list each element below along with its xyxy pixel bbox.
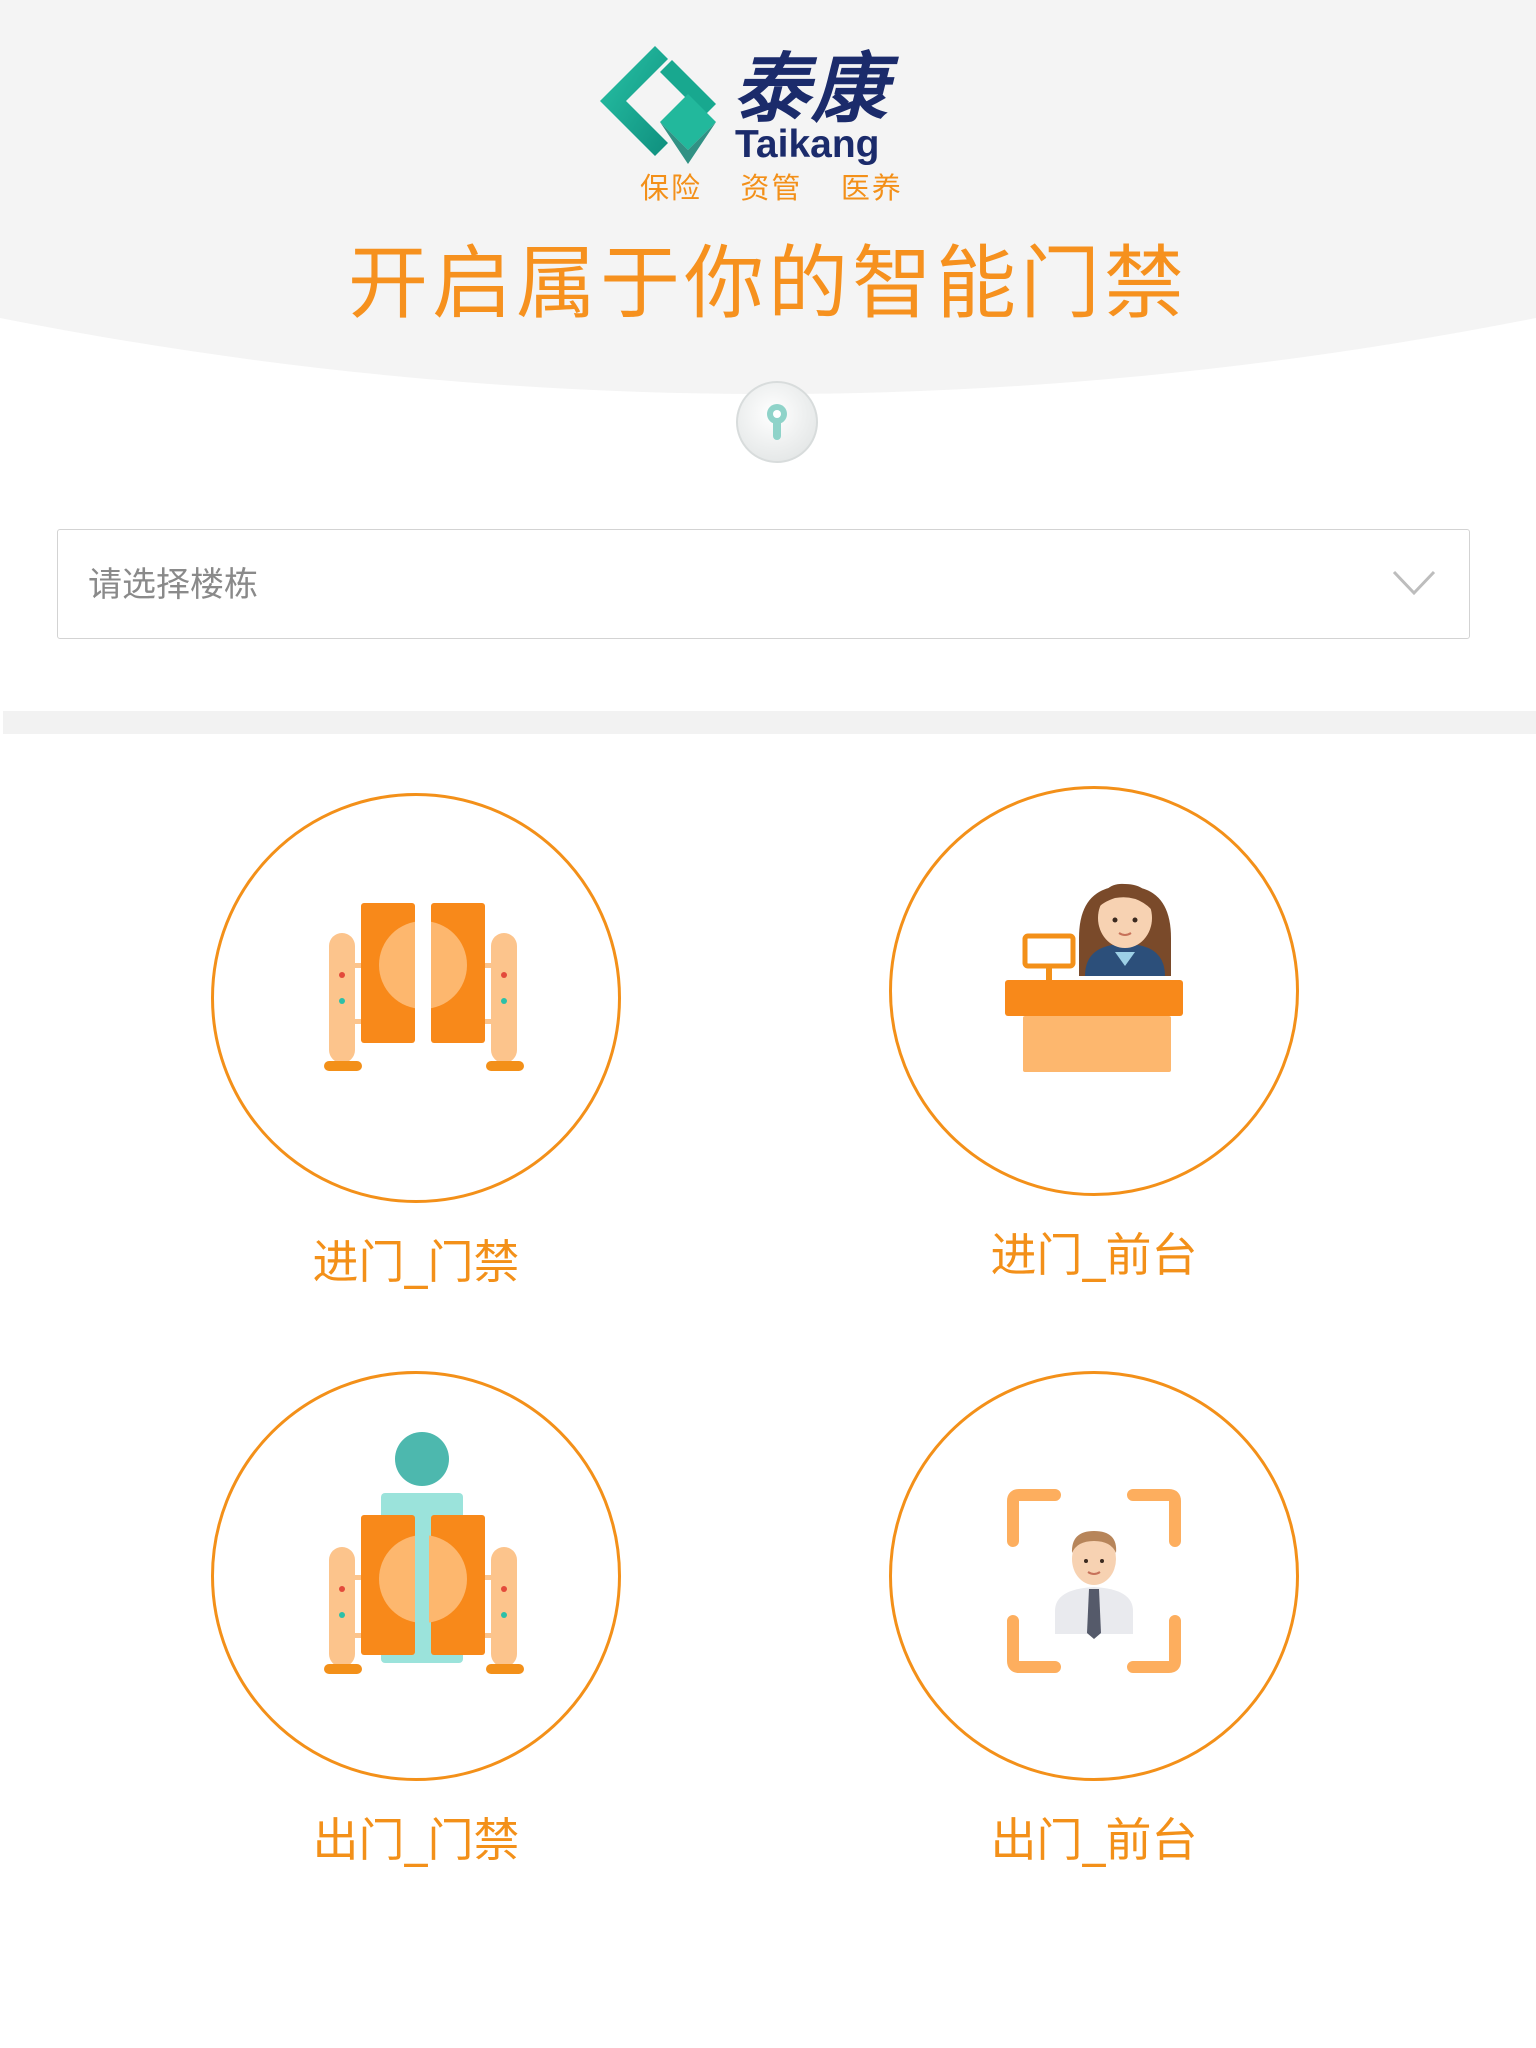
enter-reception-button[interactable]: 进门_前台 [889,786,1309,1306]
building-select[interactable]: 请选择楼栋 [57,529,1470,639]
enter-gate-button[interactable]: 进门_门禁 [211,793,631,1313]
brand-slogan: 保险 资管 医养 [640,171,903,205]
enter-reception-label: 进门_前台 [990,1228,1198,1282]
gate-exit-icon [324,1432,524,1674]
exit-gate-button[interactable]: 出门_门禁 [211,1371,631,1891]
section-divider [3,711,1536,734]
enter-gate-label: 进门_门禁 [312,1235,520,1289]
brand-name-cn: 泰康 [733,44,889,133]
exit-gate-label: 出门_门禁 [312,1813,520,1867]
reception-desk-icon [1005,883,1183,1072]
building-select-placeholder: 请选择楼栋 [88,565,258,605]
page-headline: 开启属于你的智能门禁 [348,237,1188,330]
key-icon [736,381,818,463]
face-scan-icon [1007,1489,1181,1673]
brand-name-en: Taikang [735,123,880,166]
chevron-down-icon [1392,570,1436,596]
gate-enter-icon [324,903,524,1071]
exit-reception-label: 出门_前台 [990,1813,1198,1867]
exit-reception-button[interactable]: 出门_前台 [889,1371,1309,1891]
